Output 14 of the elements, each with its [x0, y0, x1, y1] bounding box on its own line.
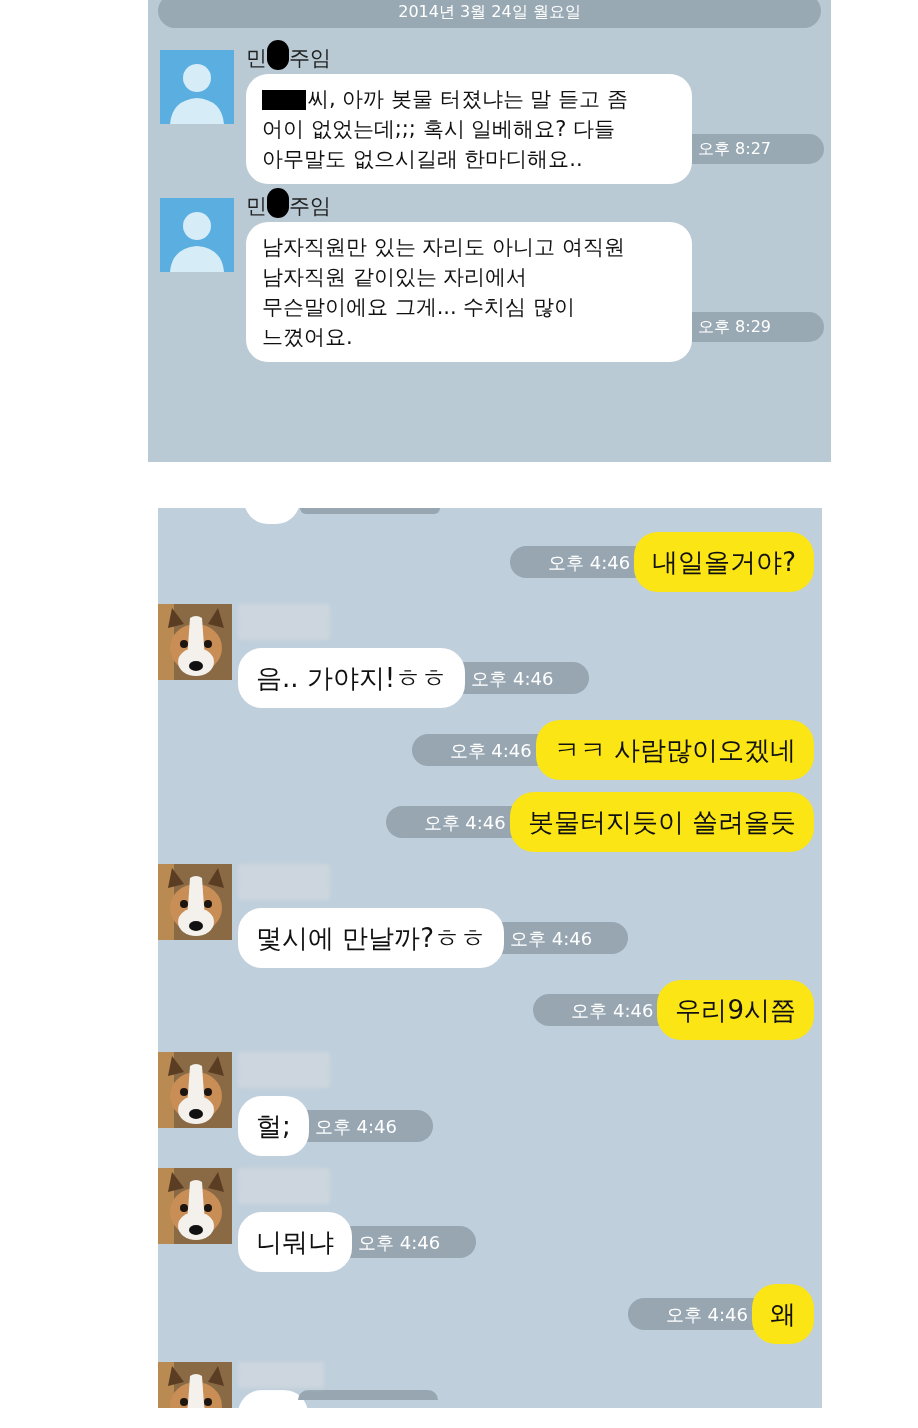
sender-name: 주임 [289, 193, 331, 221]
message-bubble: 우리9시쯤 [657, 980, 814, 1040]
sender-name: 민 [246, 45, 267, 73]
message-bubble: 니뭐냐 [238, 1212, 352, 1272]
message-bubble: 몇시에 만날까?ㅎㅎ [238, 908, 505, 968]
message-bubble: 왜 [752, 1284, 814, 1344]
message-bubble: 헐; [238, 1096, 309, 1156]
message-bubble: 봇물터지듯이 쏠려올듯 [509, 792, 814, 852]
sender-name: 주임 [289, 45, 331, 73]
message-bubble: 음.. 가야지!ㅎㅎ [238, 648, 466, 708]
message-text: 남자직원만 있는 자리도 아니고 여직원 남자직원 같이있는 자리에서 무슨말이에요 그게... 수치심 많이 느꼈어요. [262, 234, 626, 351]
sender-name: 민 [246, 193, 267, 221]
message-bubble: 내일올거야? [634, 532, 814, 592]
message-bubble: ㅋㅋ 사람많이오겠네 [535, 720, 814, 780]
